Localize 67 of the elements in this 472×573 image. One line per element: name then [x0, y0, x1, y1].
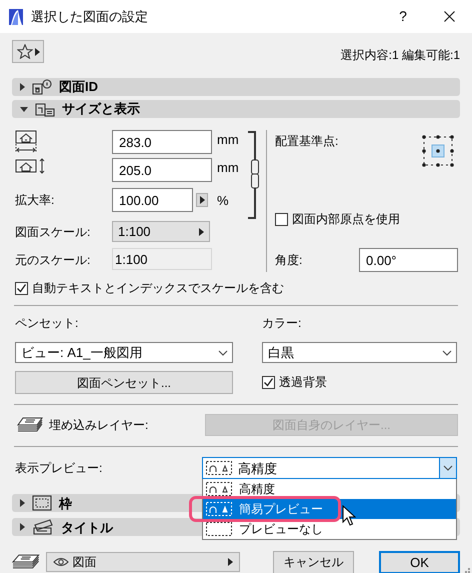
field-label: 元のスケール:	[15, 253, 92, 268]
dropdown-option[interactable]: プレビューなし	[203, 519, 456, 540]
pen-set-button[interactable]: 図面ペンセット...	[15, 371, 233, 394]
eye-icon	[52, 557, 69, 568]
preview-quality-icon	[206, 502, 232, 516]
ticket-icon	[32, 519, 54, 536]
original-scale-field: 1:100	[112, 248, 212, 270]
layer-stack-icon	[17, 416, 43, 434]
scale-percent-field[interactable]: 100.00	[112, 188, 193, 212]
field-label: カラー:	[262, 316, 302, 330]
color-dropdown[interactable]: 白黒	[262, 342, 457, 364]
help-button[interactable]: ?	[380, 0, 426, 33]
chevron-down-icon	[442, 350, 452, 356]
preview-quality-icon	[206, 482, 232, 496]
checkbox[interactable]	[275, 212, 288, 226]
section-header[interactable]: サイズと表示	[12, 100, 460, 118]
drawing-scale-dropdown[interactable]: 1:100	[112, 221, 210, 242]
chain-bracket-icon	[247, 130, 261, 220]
angle-field[interactable]: 0.00°	[359, 248, 458, 272]
preview-dropdown[interactable]: 高精度	[202, 457, 457, 480]
field-label: ペンセット:	[15, 316, 80, 330]
ok-button[interactable]: OK	[378, 550, 460, 573]
chevron-down-icon	[218, 350, 228, 356]
width-icon	[15, 130, 39, 154]
field-label: 角度:	[275, 252, 302, 268]
triangle-right-icon	[200, 196, 204, 204]
preview-quality-icon	[206, 522, 232, 536]
pen-set-dropdown[interactable]: ビュー: A1_一般図用	[15, 342, 233, 364]
close-icon	[444, 11, 454, 22]
drawing-list-icon	[35, 101, 55, 117]
favorites-button[interactable]	[12, 40, 44, 63]
field-label: 図面スケール:	[15, 225, 92, 240]
checkbox-label: 透過背景	[279, 375, 327, 390]
layer-stack-icon	[12, 553, 40, 572]
preview-quality-icon	[206, 461, 232, 476]
field-label: 拡大率:	[15, 193, 56, 208]
unit-label: mm	[216, 132, 240, 148]
dropdown-option[interactable]: 高精度	[203, 479, 456, 500]
checkbox-label: 図面内部原点を使用	[292, 212, 400, 226]
field-label: 埋め込みレイヤー:	[49, 418, 148, 433]
height-field[interactable]: 205.0	[112, 158, 212, 182]
triangle-right-icon	[199, 228, 204, 236]
scale-menu-button[interactable]	[196, 193, 208, 207]
anchor-point-grid[interactable]	[421, 134, 455, 168]
chevron-down-icon	[443, 465, 453, 472]
checkbox-label: 自動テキストとインデックスでスケールを含む	[32, 281, 284, 296]
field-label: 配置基準点:	[275, 134, 338, 148]
app-icon	[9, 8, 23, 24]
star-icon	[16, 44, 32, 59]
dropdown-option[interactable]: 簡易プレビュー	[203, 499, 456, 520]
field-label: 表示プレビュー:	[15, 461, 102, 476]
layer-combination-dropdown[interactable]: 図面	[46, 552, 240, 572]
section-header[interactable]: 図面ID	[12, 78, 460, 96]
triangle-right-icon	[34, 48, 40, 56]
checkbox[interactable]	[15, 282, 28, 295]
dashed-frame-icon	[32, 495, 52, 512]
unit-label: mm	[216, 160, 240, 176]
cancel-button[interactable]: キャンセル	[272, 550, 354, 573]
checkbox[interactable]	[262, 376, 275, 390]
mouse-pointer-icon	[342, 505, 356, 526]
height-icon	[15, 158, 47, 174]
unit-label: %	[216, 193, 230, 209]
drawing-id-icon	[32, 79, 52, 95]
window-title: 選択した図面の設定	[31, 8, 149, 24]
width-field[interactable]: 283.0	[112, 130, 212, 154]
selection-info: 選択内容:1 編集可能:1	[340, 48, 460, 62]
triangle-right-icon	[228, 558, 233, 566]
